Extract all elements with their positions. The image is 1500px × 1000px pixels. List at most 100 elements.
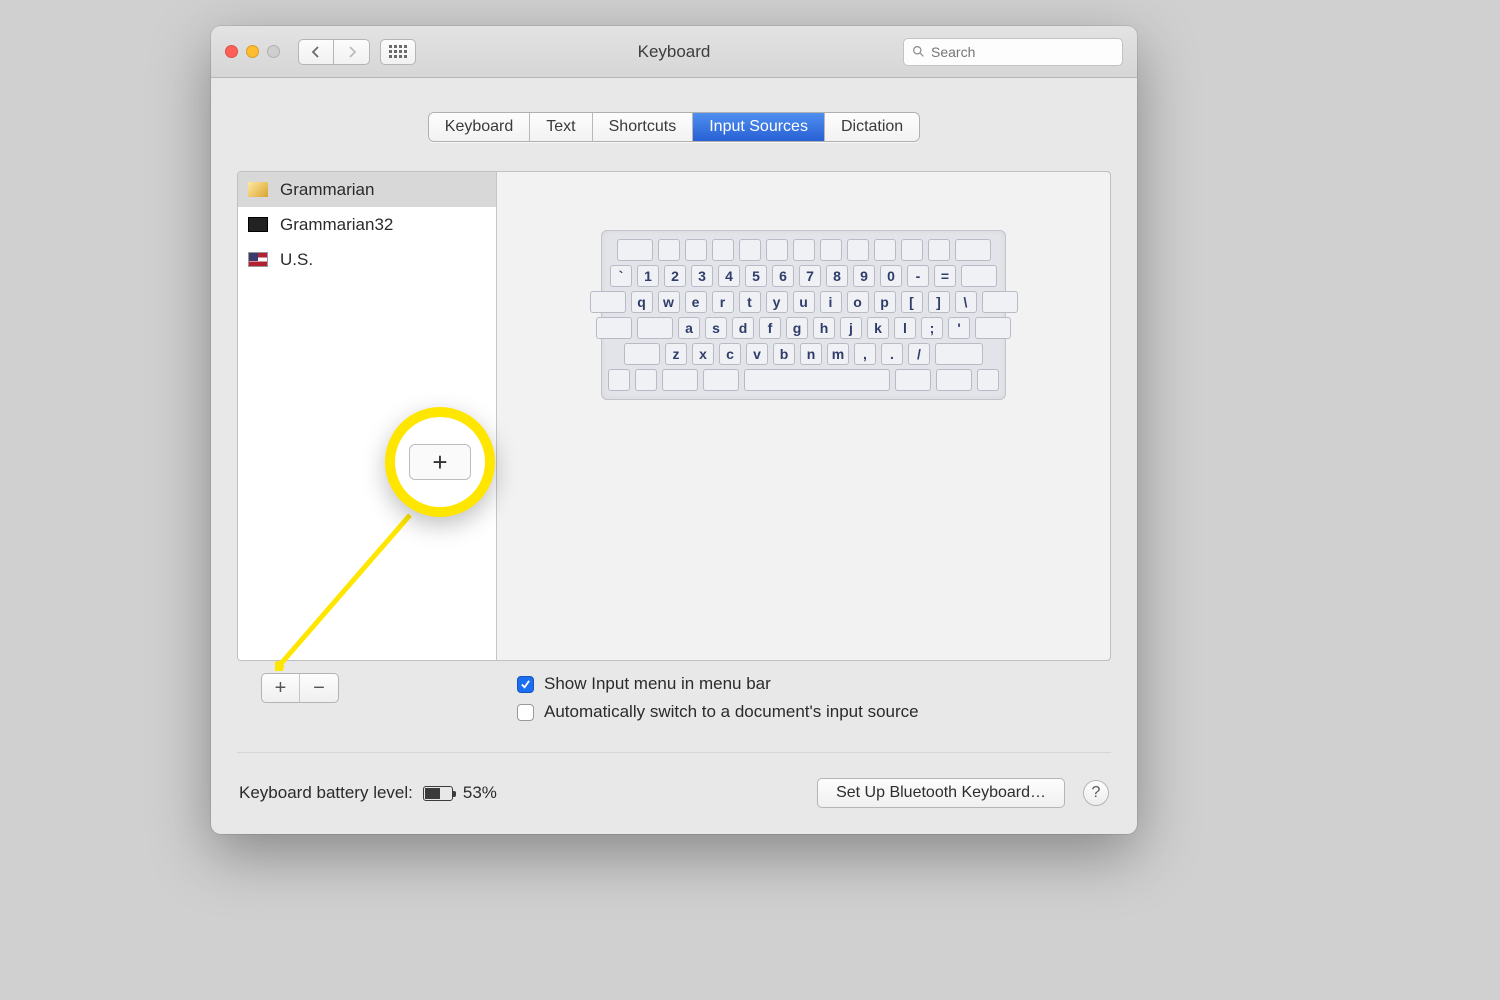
key-j: j	[840, 317, 862, 339]
nav-buttons	[298, 39, 370, 65]
key-3: 3	[691, 265, 713, 287]
key-/: /	[908, 343, 930, 365]
key-;: ;	[921, 317, 943, 339]
plus-icon: +	[409, 444, 471, 480]
options-group: Show Input menu in menu bar Automaticall…	[517, 674, 919, 722]
source-item-u-s-[interactable]: U.S.	[238, 242, 496, 277]
key-`: `	[610, 265, 632, 287]
key-f: f	[759, 317, 781, 339]
search-field[interactable]	[903, 38, 1123, 66]
source-label: U.S.	[280, 250, 313, 270]
tab-input-sources[interactable]: Input Sources	[693, 113, 825, 141]
add-remove-group: + −	[261, 673, 339, 703]
minimize-icon[interactable]	[246, 45, 259, 58]
tab-shortcuts[interactable]: Shortcuts	[593, 113, 694, 141]
key-n: n	[800, 343, 822, 365]
divider	[237, 752, 1111, 753]
tab-dictation[interactable]: Dictation	[825, 113, 919, 141]
key-p: p	[874, 291, 896, 313]
key-[: [	[901, 291, 923, 313]
keyboard-prefs-window: Keyboard KeyboardTextShortcutsInput Sour…	[211, 26, 1137, 834]
tab-keyboard[interactable]: Keyboard	[429, 113, 531, 141]
key-t: t	[739, 291, 761, 313]
traffic-lights	[225, 45, 280, 58]
key-6: 6	[772, 265, 794, 287]
keyboard-space-row: ........	[610, 369, 997, 391]
keyboard-row-3: .zxcvbnm,./.	[610, 343, 997, 365]
key-7: 7	[799, 265, 821, 287]
show-input-menu-label: Show Input menu in menu bar	[544, 674, 771, 694]
source-label: Grammarian32	[280, 215, 393, 235]
keyboard-row-2: ..asdfghjkl;'.	[610, 317, 997, 339]
key-w: w	[658, 291, 680, 313]
key--: -	[907, 265, 929, 287]
setup-bluetooth-button[interactable]: Set Up Bluetooth Keyboard…	[817, 778, 1065, 808]
battery-label: Keyboard battery level:	[239, 783, 413, 803]
key-e: e	[685, 291, 707, 313]
key-c: c	[719, 343, 741, 365]
close-icon[interactable]	[225, 45, 238, 58]
content-area: Grammarian Grammarian32 U.S. .............…	[237, 171, 1111, 661]
key-x: x	[692, 343, 714, 365]
key-i: i	[820, 291, 842, 313]
key-0: 0	[880, 265, 902, 287]
key-1: 1	[637, 265, 659, 287]
key-y: y	[766, 291, 788, 313]
plus-button-callout: +	[385, 407, 495, 517]
back-button[interactable]	[298, 39, 334, 65]
source-label: Grammarian	[280, 180, 374, 200]
keyboard-row-0: `1234567890-=.	[610, 265, 997, 287]
auto-switch-label: Automatically switch to a document's inp…	[544, 702, 919, 722]
keyboard-fn-row: .............	[610, 239, 997, 261]
source-item-grammarian32[interactable]: Grammarian32	[238, 207, 496, 242]
key-v: v	[746, 343, 768, 365]
key-z: z	[665, 343, 687, 365]
help-button[interactable]: ?	[1083, 780, 1109, 806]
key-a: a	[678, 317, 700, 339]
add-source-button[interactable]: +	[262, 674, 300, 702]
pen-icon	[248, 182, 268, 197]
show-input-menu-option[interactable]: Show Input menu in menu bar	[517, 674, 919, 694]
key-q: q	[631, 291, 653, 313]
key-s: s	[705, 317, 727, 339]
auto-switch-option[interactable]: Automatically switch to a document's inp…	[517, 702, 919, 722]
key-m: m	[827, 343, 849, 365]
us-icon	[248, 252, 268, 267]
key-d: d	[732, 317, 754, 339]
key-u: u	[793, 291, 815, 313]
tab-text[interactable]: Text	[530, 113, 592, 141]
keyboard-layout: ............. `1234567890-=. .qwertyuiop…	[601, 230, 1006, 400]
key-.: .	[881, 343, 903, 365]
search-input[interactable]	[931, 44, 1114, 60]
source-item-grammarian[interactable]: Grammarian	[238, 172, 496, 207]
forward-button[interactable]	[334, 39, 370, 65]
search-icon	[912, 45, 925, 58]
key-4: 4	[718, 265, 740, 287]
keyboard-preview: ............. `1234567890-=. .qwertyuiop…	[497, 172, 1110, 660]
checkbox-checked-icon	[517, 676, 534, 693]
key-]: ]	[928, 291, 950, 313]
key-l: l	[894, 317, 916, 339]
key-8: 8	[826, 265, 848, 287]
keyboard-row-1: .qwertyuiop[]\.	[610, 291, 997, 313]
chevron-right-icon	[347, 46, 357, 58]
battery-percent: 53%	[463, 783, 497, 803]
key-=: =	[934, 265, 956, 287]
show-all-button[interactable]	[380, 39, 416, 65]
remove-source-button[interactable]: −	[300, 674, 338, 702]
battery-icon	[423, 786, 453, 801]
key-9: 9	[853, 265, 875, 287]
chevron-left-icon	[311, 46, 321, 58]
key-k: k	[867, 317, 889, 339]
key-5: 5	[745, 265, 767, 287]
zoom-icon[interactable]	[267, 45, 280, 58]
key-o: o	[847, 291, 869, 313]
key-,: ,	[854, 343, 876, 365]
grid-icon	[389, 45, 407, 58]
key-g: g	[786, 317, 808, 339]
key-2: 2	[664, 265, 686, 287]
key-': '	[948, 317, 970, 339]
key-\: \	[955, 291, 977, 313]
key-h: h	[813, 317, 835, 339]
checkbox-unchecked-icon	[517, 704, 534, 721]
